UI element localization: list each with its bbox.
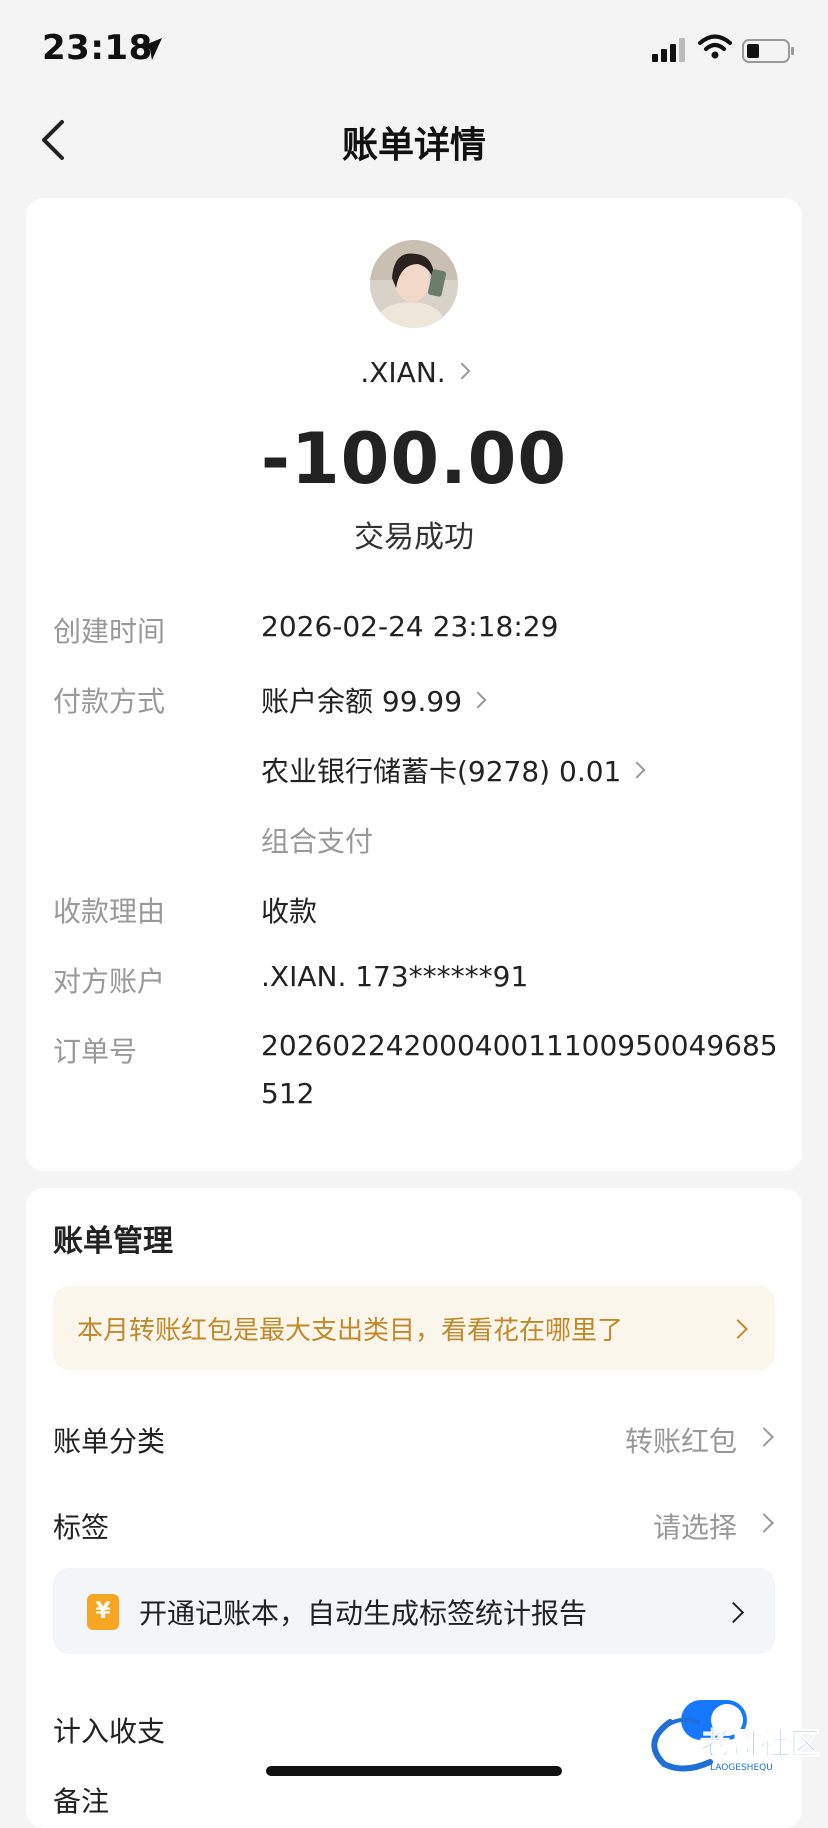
page-title: 账单详情 (341, 125, 486, 166)
payment-bank-card[interactable]: 农业银行储蓄卡(9278) 0.01 (261, 750, 646, 790)
chevron-right-icon (754, 1427, 774, 1447)
created-time-value: 2026-02-24 23:18:29 (261, 610, 559, 643)
created-time-label: 创建时间 (53, 615, 166, 648)
bill-category-label: 账单分类 (53, 1425, 166, 1458)
chevron-right-icon (728, 1319, 748, 1339)
chevron-right-icon (722, 1601, 745, 1624)
reason-label: 收款理由 (53, 895, 166, 928)
amount: -100.00 (260, 418, 568, 500)
payee-name: .XIAN. (360, 356, 446, 389)
spending-tip-banner[interactable]: 本月转账红包是最大支出类目，看看花在哪里了 (53, 1286, 775, 1370)
ledger-promo-text: 开通记账本，自动生成标签统计报告 (139, 1597, 588, 1630)
yuan-icon: ¥ (87, 1594, 119, 1630)
home-indicator[interactable] (266, 1766, 562, 1776)
bill-detail-card: .XIAN. -100.00 交易成功 创建时间 2026-02-24 23:1… (26, 198, 802, 1171)
wifi-icon (698, 34, 732, 59)
spending-tip-text: 本月转账红包是最大支出类目，看看花在哪里了 (77, 1316, 624, 1346)
chevron-right-icon (453, 362, 471, 380)
section-title: 账单管理 (53, 1224, 173, 1259)
payment-method-label: 付款方式 (53, 685, 166, 718)
location-arrow-icon (140, 38, 162, 60)
ledger-promo-banner[interactable]: ¥ 开通记账本，自动生成标签统计报告 (53, 1568, 775, 1654)
tag-value: 请选择 (652, 1511, 737, 1544)
chevron-right-icon (754, 1513, 774, 1533)
nav-bar: 账单详情 (0, 100, 828, 180)
payment-balance[interactable]: 账户余额 99.99 (261, 680, 487, 720)
bill-category-row[interactable]: 账单分类 转账红包 (53, 1420, 775, 1460)
chevron-right-icon (628, 761, 646, 779)
svg-text:LAOGESHEQU: LAOGESHEQU (710, 1763, 773, 1773)
tag-row[interactable]: 标签 请选择 (53, 1506, 775, 1546)
payment-combined: 组合支付 (261, 825, 374, 858)
watermark-logo: 老哥社区 LAOGESHEQU (651, 1717, 820, 1773)
include-in-stats-label: 计入收支 (53, 1715, 166, 1748)
chevron-right-icon (469, 691, 487, 709)
status-time: 23:18 (42, 28, 153, 68)
counterparty-label: 对方账户 (53, 965, 166, 998)
note-row[interactable]: 备注 (53, 1780, 775, 1820)
counterparty-value: .XIAN. 173******91 (261, 960, 529, 993)
bill-category-value: 转账红包 (624, 1425, 737, 1458)
battery-icon (742, 39, 794, 63)
transaction-status: 交易成功 (354, 520, 474, 555)
avatar-image (370, 240, 458, 328)
payee-name-row[interactable]: .XIAN. (26, 356, 802, 389)
note-label: 备注 (53, 1785, 110, 1818)
order-number-value[interactable]: 20260224200040011100950049685512 (261, 1022, 781, 1118)
tag-label: 标签 (53, 1511, 110, 1544)
avatar[interactable] (370, 240, 458, 328)
status-bar: 23:18 (0, 0, 828, 100)
svg-text:老哥社区: 老哥社区 (700, 1727, 820, 1762)
reason-value: 收款 (261, 895, 318, 928)
order-number-label: 订单号 (53, 1035, 138, 1068)
signal-icon (652, 38, 685, 62)
